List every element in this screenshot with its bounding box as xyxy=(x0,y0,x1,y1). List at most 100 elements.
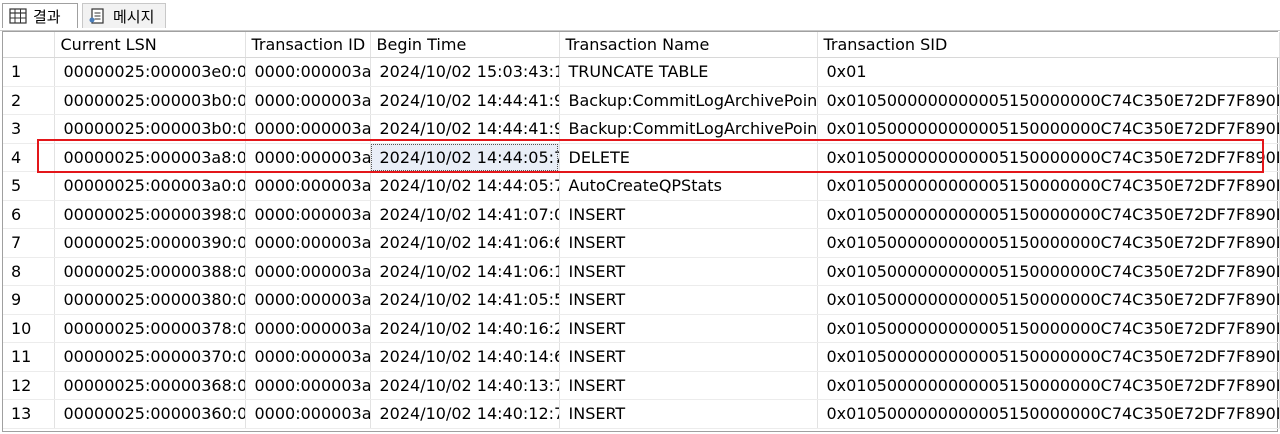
row-number[interactable]: 10 xyxy=(3,314,55,343)
table-cell[interactable]: TRUNCATE TABLE xyxy=(559,57,818,87)
table-cell[interactable]: 2024/10/02 14:44:41:990 xyxy=(370,114,560,144)
table-cell[interactable]: 0x0105000000000005150000000C74C350E72DF7… xyxy=(817,399,1280,429)
table-cell[interactable]: 00000025:00000380:0001 xyxy=(54,285,246,315)
row-number[interactable]: 6 xyxy=(3,200,55,229)
table-row[interactable]: 900000025:00000380:00010000:000003a42024… xyxy=(3,285,1280,315)
row-number[interactable]: 5 xyxy=(3,171,55,201)
table-cell[interactable]: 0000:000003ac xyxy=(245,57,371,87)
table-cell[interactable]: 0000:000003a5 xyxy=(245,257,371,286)
table-cell[interactable]: 2024/10/02 14:40:13:740 xyxy=(370,371,560,400)
table-cell[interactable]: 0000:000003a4 xyxy=(245,285,371,315)
table-cell[interactable]: 0000:000003aa xyxy=(245,86,371,115)
table-cell[interactable]: 2024/10/02 15:03:43:127 xyxy=(370,57,560,87)
table-cell[interactable]: 2024/10/02 14:41:05:507 xyxy=(370,285,560,315)
table-cell[interactable]: INSERT xyxy=(559,399,818,429)
table-cell[interactable]: 2024/10/02 14:40:12:747 xyxy=(370,399,560,429)
table-cell[interactable]: 0x0105000000000005150000000C74C350E72DF7… xyxy=(817,285,1280,315)
table-row[interactable]: 1300000025:00000360:00020000:000003a0202… xyxy=(3,399,1280,429)
table-cell[interactable]: 00000025:00000378:0001 xyxy=(54,314,246,343)
row-number[interactable]: 8 xyxy=(3,257,55,286)
table-cell[interactable]: 0000:000003a6 xyxy=(245,228,371,258)
row-number[interactable]: 13 xyxy=(3,399,55,429)
table-cell[interactable]: AutoCreateQPStats xyxy=(559,171,818,201)
table-cell[interactable]: 0000:000003ab xyxy=(245,114,371,144)
column-header[interactable]: Begin Time xyxy=(370,32,560,58)
row-number[interactable]: 1 xyxy=(3,57,55,87)
table-cell[interactable]: INSERT xyxy=(559,257,818,286)
table-cell[interactable]: 0x0105000000000005150000000C74C350E72DF7… xyxy=(817,228,1280,258)
table-row[interactable]: 700000025:00000390:00010000:000003a62024… xyxy=(3,228,1280,258)
table-cell[interactable]: 00000025:000003b0:0001 xyxy=(54,86,246,115)
table-cell[interactable]: INSERT xyxy=(559,285,818,315)
table-row[interactable]: 200000025:000003b0:00010000:000003aa2024… xyxy=(3,86,1280,115)
table-cell[interactable]: 0x01 xyxy=(817,57,1280,87)
table-row[interactable]: 100000025:000003e0:00010000:000003ac2024… xyxy=(3,57,1280,87)
table-row[interactable]: 800000025:00000388:00010000:000003a52024… xyxy=(3,257,1280,286)
table-cell[interactable]: 0x0105000000000005150000000C74C350E72DF7… xyxy=(817,257,1280,286)
table-cell[interactable]: 0000:000003a0 xyxy=(245,399,371,429)
row-number[interactable]: 3 xyxy=(3,114,55,144)
table-cell[interactable]: DELETE xyxy=(559,143,818,172)
table-row[interactable]: 1100000025:00000370:00010000:000003a2202… xyxy=(3,342,1280,372)
row-number[interactable]: 7 xyxy=(3,228,55,258)
table-cell[interactable]: 2024/10/02 14:40:16:260 xyxy=(370,314,560,343)
table-cell[interactable]: 0000:000003a7 xyxy=(245,200,371,229)
table-row[interactable]: 1200000025:00000368:00010000:000003a1202… xyxy=(3,371,1280,400)
table-cell[interactable]: 0x0105000000000005150000000C74C350E72DF7… xyxy=(817,200,1280,229)
table-cell[interactable]: 0000:000003a9 xyxy=(245,143,371,172)
column-header[interactable]: Current LSN xyxy=(54,32,246,58)
column-header-rownum[interactable] xyxy=(3,32,55,58)
table-cell[interactable]: 00000025:00000360:0002 xyxy=(54,399,246,429)
table-cell[interactable]: 0x0105000000000005150000000C74C350E72DF7… xyxy=(817,171,1280,201)
tab-results[interactable]: 결과 xyxy=(2,3,78,28)
table-cell[interactable]: 0x0105000000000005150000000C74C350E72DF7… xyxy=(817,314,1280,343)
table-cell[interactable]: 00000025:00000390:0001 xyxy=(54,228,246,258)
table-cell[interactable]: 0x0105000000000005150000000C74C350E72DF7… xyxy=(817,143,1280,172)
table-cell[interactable]: 00000025:00000398:0001 xyxy=(54,200,246,229)
table-cell[interactable]: Backup:CommitLogArchivePoint xyxy=(559,114,818,144)
table-cell[interactable]: INSERT xyxy=(559,314,818,343)
table-row[interactable]: 500000025:000003a0:00010000:000003a82024… xyxy=(3,171,1280,201)
table-cell[interactable]: 0x0105000000000005150000000C74C350E72DF7… xyxy=(817,371,1280,400)
row-number[interactable]: 2 xyxy=(3,86,55,115)
table-cell[interactable]: 2024/10/02 14:41:07:050 xyxy=(370,200,560,229)
row-number[interactable]: 4 xyxy=(3,143,55,172)
table-cell[interactable]: 0000:000003a1 xyxy=(245,371,371,400)
table-cell[interactable]: 00000025:000003a0:0001 xyxy=(54,171,246,201)
column-header[interactable]: Transaction SID xyxy=(817,32,1280,58)
table-cell[interactable]: 00000025:000003b0:0002 xyxy=(54,114,246,144)
table-row[interactable]: 1000000025:00000378:00010000:000003a3202… xyxy=(3,314,1280,343)
table-cell[interactable]: INSERT xyxy=(559,371,818,400)
table-cell[interactable]: 2024/10/02 14:44:05:770 xyxy=(370,143,560,172)
table-cell[interactable]: 2024/10/02 14:44:41:990 xyxy=(370,86,560,115)
table-cell[interactable]: 0x0105000000000005150000000C74C350E72DF7… xyxy=(817,86,1280,115)
table-row[interactable]: 600000025:00000398:00010000:000003a72024… xyxy=(3,200,1280,229)
table-cell[interactable]: 00000025:00000368:0001 xyxy=(54,371,246,400)
table-cell[interactable]: 2024/10/02 14:41:06:660 xyxy=(370,228,560,258)
results-grid[interactable]: Current LSN Transaction ID Begin Time Trans… xyxy=(2,31,1280,432)
table-cell[interactable]: 0000:000003a8 xyxy=(245,171,371,201)
table-cell[interactable]: Backup:CommitLogArchivePoint xyxy=(559,86,818,115)
table-cell[interactable]: INSERT xyxy=(559,228,818,258)
table-cell[interactable]: 00000025:000003a8:0001 xyxy=(54,143,246,172)
table-cell[interactable]: 2024/10/02 14:44:05:767 xyxy=(370,171,560,201)
table-cell[interactable]: INSERT xyxy=(559,342,818,372)
tab-messages[interactable]: 메시지 xyxy=(82,3,166,28)
table-cell[interactable]: 0x0105000000000005150000000C74C350E72DF7… xyxy=(817,342,1280,372)
table-cell[interactable]: 0000:000003a2 xyxy=(245,342,371,372)
table-cell[interactable]: INSERT xyxy=(559,200,818,229)
table-row[interactable]: 400000025:000003a8:00010000:000003a92024… xyxy=(3,143,1280,172)
row-number[interactable]: 9 xyxy=(3,285,55,315)
table-cell[interactable]: 0x0105000000000005150000000C74C350E72DF7… xyxy=(817,114,1280,144)
table-cell[interactable]: 00000025:00000388:0001 xyxy=(54,257,246,286)
table-cell[interactable]: 0000:000003a3 xyxy=(245,314,371,343)
table-cell[interactable]: 2024/10/02 14:40:14:677 xyxy=(370,342,560,372)
table-cell[interactable]: 00000025:000003e0:0001 xyxy=(54,57,246,87)
row-number[interactable]: 11 xyxy=(3,342,55,372)
column-header[interactable]: Transaction ID xyxy=(245,32,371,58)
table-cell[interactable]: 00000025:00000370:0001 xyxy=(54,342,246,372)
row-number[interactable]: 12 xyxy=(3,371,55,400)
table-row[interactable]: 300000025:000003b0:00020000:000003ab2024… xyxy=(3,114,1280,144)
table-cell[interactable]: 2024/10/02 14:41:06:150 xyxy=(370,257,560,286)
column-header[interactable]: Transaction Name xyxy=(559,32,818,58)
